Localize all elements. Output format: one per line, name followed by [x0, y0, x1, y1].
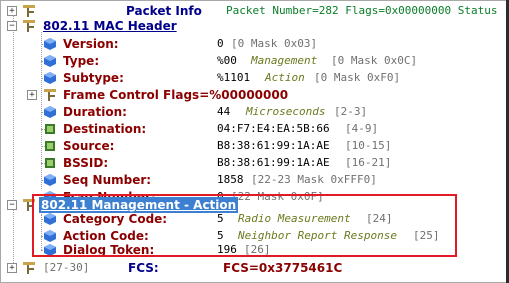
green-chip-icon [45, 124, 55, 134]
fcs-label: FCS: [128, 261, 159, 275]
collapse-toggle[interactable]: − [7, 21, 17, 31]
field-value: %1101 [217, 71, 251, 84]
protocol-branch-icon [23, 20, 35, 32]
blue-cube-icon [44, 72, 56, 84]
field-value: 44 [217, 105, 231, 118]
field-value: 0 [217, 37, 224, 50]
field-label: Destination: [63, 122, 147, 136]
field-label: Duration: [63, 105, 127, 119]
field-value: %00 [217, 54, 237, 67]
blue-cube-icon [44, 174, 56, 186]
tree-guide [13, 15, 14, 265]
field-value: 1858 [217, 173, 244, 186]
packet-number-status: Packet Number=282 Flags=0x00000000 Statu… [226, 4, 498, 17]
field-info: [2-3] [334, 105, 368, 118]
collapse-toggle[interactable]: − [7, 200, 17, 210]
field-value: B8:38:61:99:1A:AE [217, 156, 330, 169]
field-note: Microseconds [246, 105, 326, 118]
field-label: Source: [63, 139, 115, 153]
packet-info-label: Packet Info [126, 4, 202, 18]
field-info: [16-21] [345, 156, 392, 169]
expand-toggle[interactable]: + [7, 6, 17, 16]
field-label: Subtype: [63, 71, 124, 85]
field-info: [0 Mask 0x0C] [331, 54, 418, 67]
field-info: [0 Mask 0x03] [231, 37, 318, 50]
field-info: [22-23 Mask 0xFFF0] [251, 173, 377, 186]
packet-decode-tree[interactable]: + Packet Info Packet Number=282 Flags=0x… [0, 0, 509, 283]
expand-toggle[interactable]: + [27, 90, 37, 100]
expand-toggle[interactable]: + [7, 263, 17, 273]
blue-cube-icon [44, 106, 56, 118]
mac-header-title: 802.11 MAC Header [43, 19, 177, 33]
field-info: [0 Mask 0xF0] [314, 71, 401, 84]
field-note: Action [265, 71, 305, 84]
field-note: Management [251, 54, 318, 67]
field-value: 04:F7:E4:EA:5B:66 [217, 122, 330, 135]
green-chip-icon [45, 158, 55, 168]
blue-cube-icon [44, 38, 56, 50]
field-label: Seq Number: [63, 173, 152, 187]
field-label: Version: [63, 37, 119, 51]
highlight-box [32, 194, 457, 257]
field-info: [10-15] [345, 139, 392, 152]
blue-cube-icon [44, 55, 56, 67]
fcs-value: FCS=0x3775461C [223, 261, 343, 275]
field-info: [4-9] [345, 122, 379, 135]
frame-control-flags-label: Frame Control Flags=%00000000 [63, 88, 289, 102]
fcs-range: [27-30] [43, 261, 90, 274]
green-chip-icon [45, 141, 55, 151]
protocol-branch-icon [44, 89, 56, 101]
field-label: BSSID: [63, 156, 109, 170]
field-value: B8:38:61:99:1A:AE [217, 139, 330, 152]
protocol-branch-icon [23, 5, 35, 17]
field-label: Type: [63, 54, 100, 68]
tree-guide [41, 32, 42, 189]
protocol-branch-icon [23, 262, 35, 274]
